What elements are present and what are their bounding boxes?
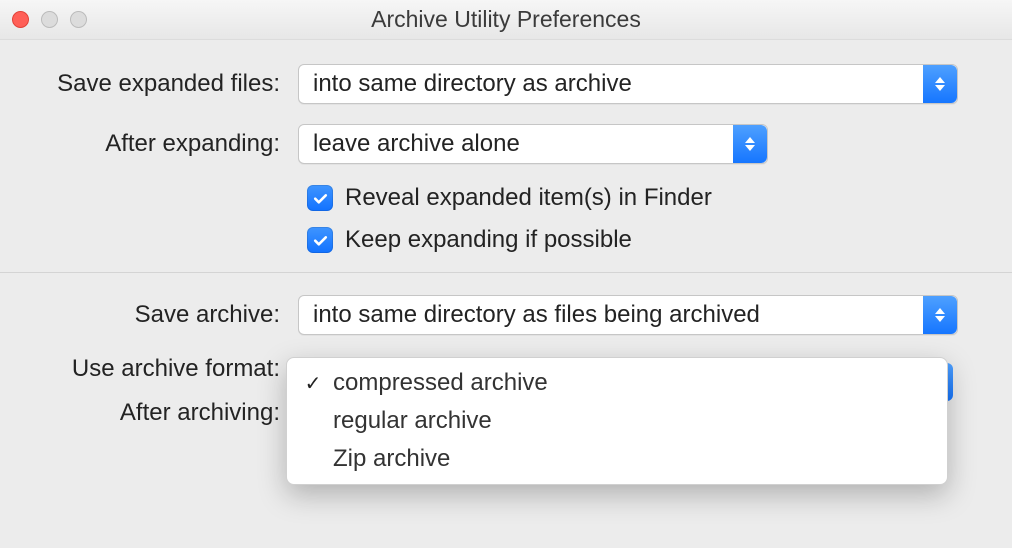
checkbox-reveal-expanded[interactable]: Reveal expanded item(s) in Finder	[307, 184, 1012, 212]
row-save-archive: Save archive: into same directory as fil…	[20, 295, 992, 335]
checkmark-icon: ✓	[303, 371, 323, 396]
label-after-archiving: After archiving:	[20, 399, 280, 427]
menu-item-regular-archive[interactable]: regular archive	[287, 402, 947, 440]
menu-item-label: regular archive	[333, 407, 492, 435]
menu-item-compressed-archive[interactable]: ✓ compressed archive	[287, 364, 947, 402]
checkbox-label: Keep expanding if possible	[345, 226, 632, 254]
chevron-updown-icon	[923, 65, 957, 103]
dropdown-menu-archive-format: ✓ compressed archive regular archive Zip…	[286, 357, 948, 485]
label-use-archive-format: Use archive format:	[20, 355, 280, 383]
dropdown-value: into same directory as files being archi…	[313, 301, 760, 329]
menu-item-label: Zip archive	[333, 445, 450, 473]
menu-item-label: compressed archive	[333, 369, 548, 397]
row-after-expanding: After expanding: leave archive alone	[20, 124, 992, 164]
checkbox-checked-icon	[307, 227, 333, 253]
row-save-expanded: Save expanded files: into same directory…	[20, 64, 992, 104]
chevron-updown-icon	[733, 125, 767, 163]
label-after-expanding: After expanding:	[20, 130, 280, 158]
dropdown-value: into same directory as archive	[313, 70, 632, 98]
checkbox-keep-expanding[interactable]: Keep expanding if possible	[307, 226, 1012, 254]
titlebar: Archive Utility Preferences	[0, 0, 1012, 40]
dropdown-value: leave archive alone	[313, 130, 520, 158]
section-divider	[0, 272, 1012, 273]
dropdown-save-expanded[interactable]: into same directory as archive	[298, 64, 958, 104]
window-title: Archive Utility Preferences	[0, 6, 1012, 33]
checkbox-checked-icon	[307, 185, 333, 211]
chevron-updown-icon	[923, 296, 957, 334]
checkbox-label: Reveal expanded item(s) in Finder	[345, 184, 712, 212]
label-save-expanded: Save expanded files:	[20, 70, 280, 98]
dropdown-after-expanding[interactable]: leave archive alone	[298, 124, 768, 164]
label-save-archive: Save archive:	[20, 301, 280, 329]
menu-item-zip-archive[interactable]: Zip archive	[287, 440, 947, 478]
dropdown-save-archive[interactable]: into same directory as files being archi…	[298, 295, 958, 335]
